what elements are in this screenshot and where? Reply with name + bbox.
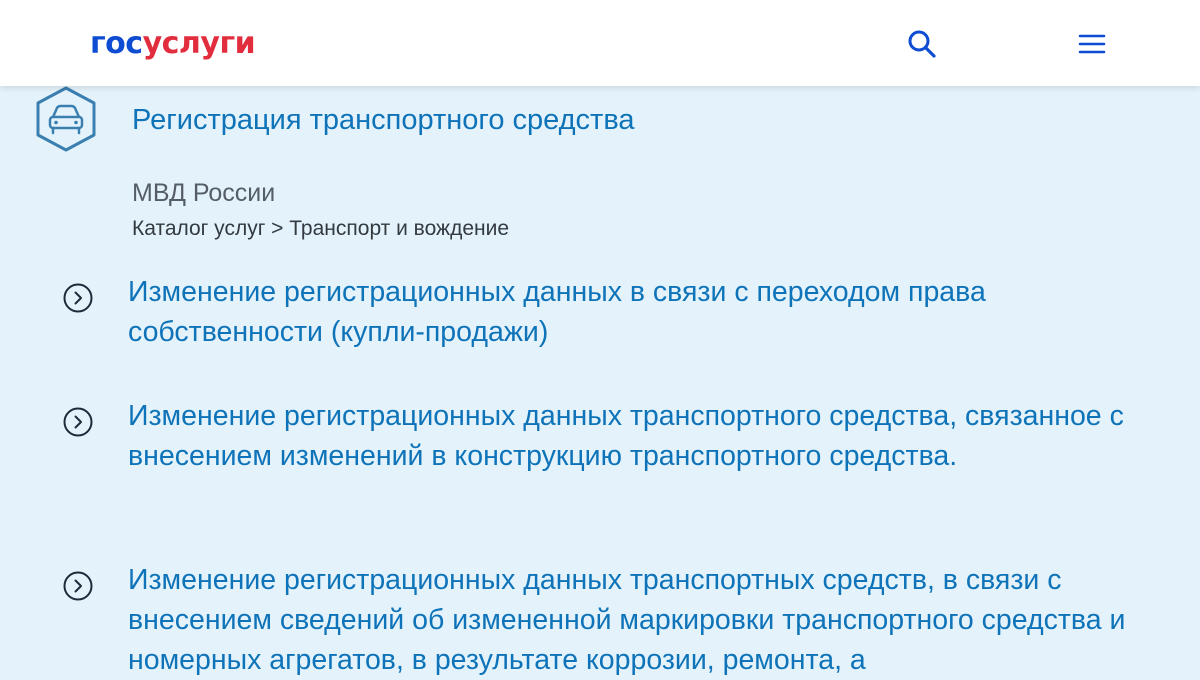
service-option-text: Изменение регистрационных данных в связи… [128, 276, 986, 348]
top-header: госуслуги [0, 0, 1200, 86]
hamburger-menu-icon [1078, 34, 1106, 54]
car-icon [34, 86, 98, 152]
agency-name: МВД России [132, 179, 276, 207]
search-icon [908, 30, 936, 58]
menu-button[interactable] [1076, 28, 1108, 60]
chevron-right-circle-icon [63, 571, 93, 601]
logo-part-uslugi: услуги [142, 26, 256, 61]
page-title: Регистрация транспортного средства [132, 104, 635, 136]
chevron-right-circle-icon [63, 283, 93, 313]
search-button[interactable] [906, 28, 938, 60]
logo-part-gos: гос [90, 26, 143, 61]
chevron-right-circle-icon [63, 407, 93, 437]
breadcrumb[interactable]: Каталог услуг > Транспорт и вождение [132, 215, 509, 243]
service-option-text: Изменение регистрационных данных транспо… [128, 564, 1126, 676]
gosuslugi-logo[interactable]: госуслуги [90, 24, 256, 64]
service-page-content: Регистрация транспортного средства МВД Р… [0, 86, 1200, 676]
service-option-text: Изменение регистрационных данных транспо… [128, 400, 1124, 472]
